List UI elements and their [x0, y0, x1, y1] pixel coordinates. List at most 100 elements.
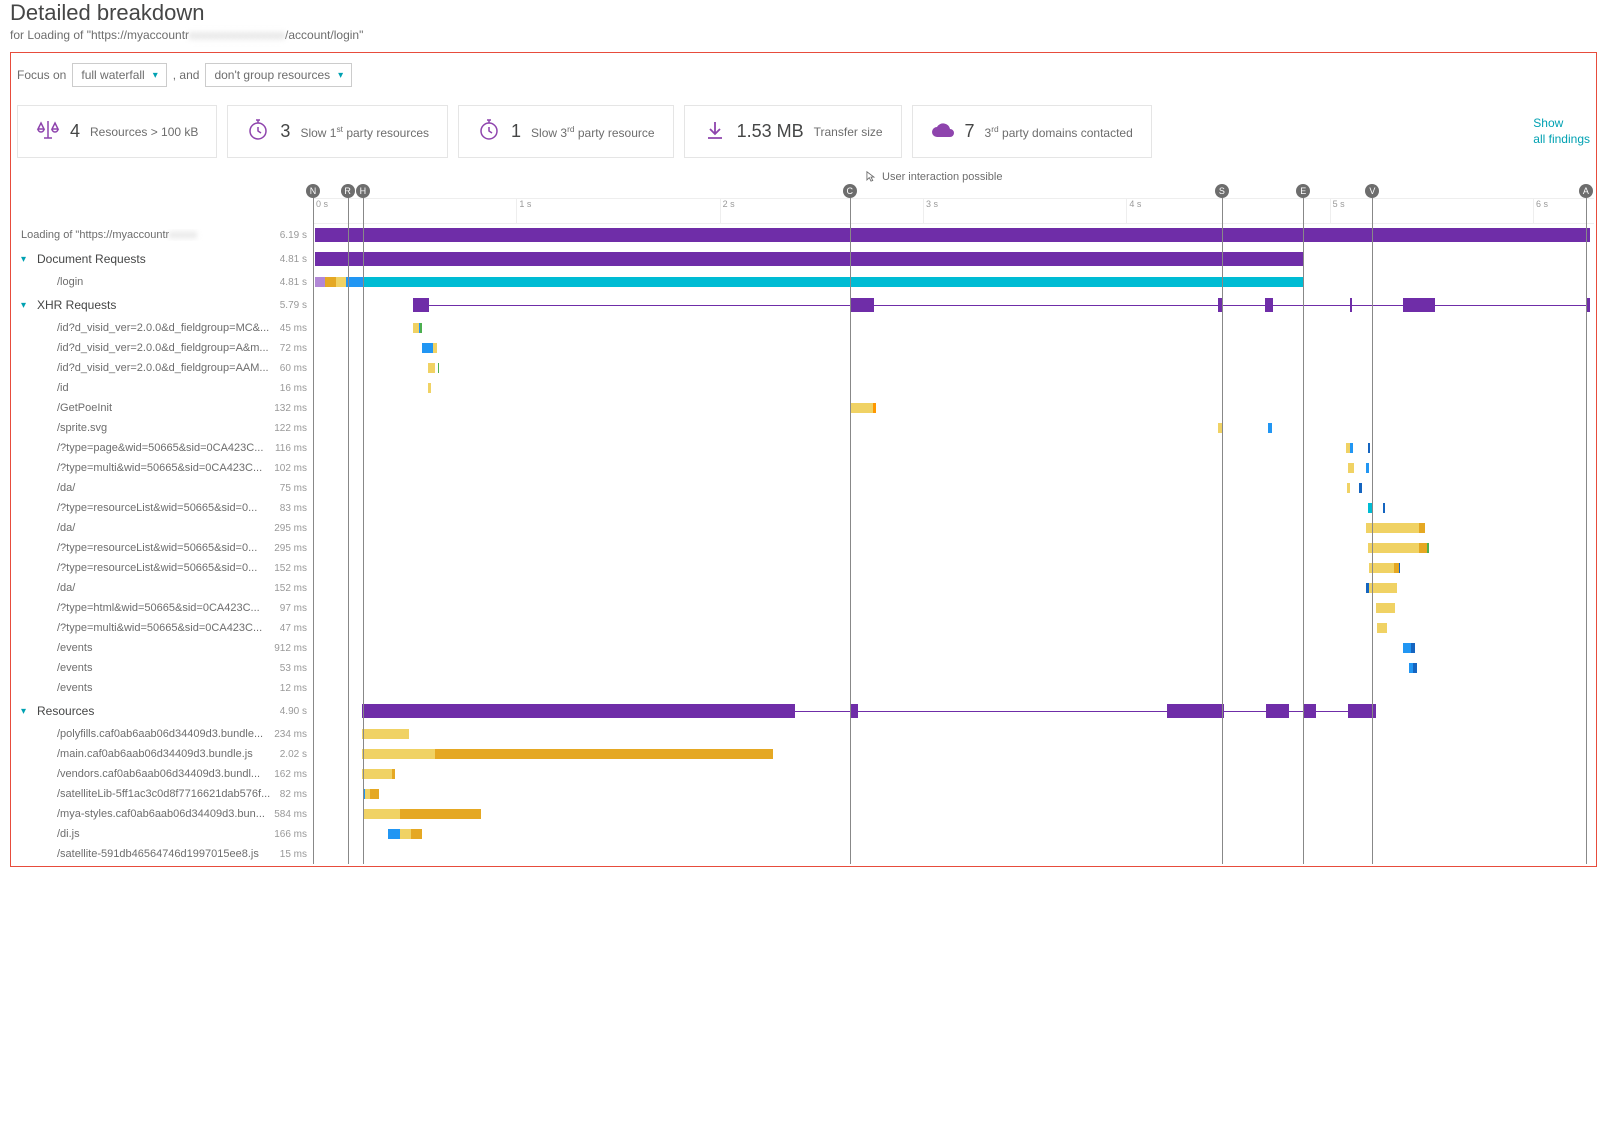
timing-bar[interactable] [1366, 523, 1419, 533]
timing-bar[interactable] [1366, 463, 1369, 473]
timeline-marker-N[interactable]: N [306, 184, 320, 198]
timing-bar[interactable] [438, 363, 439, 373]
timing-bar[interactable] [1316, 711, 1348, 712]
show-all-findings-link[interactable]: Showall findings [1533, 116, 1590, 147]
waterfall-row[interactable]: /?type=multi&wid=50665&sid=0CA423C...102… [13, 458, 1594, 478]
chevron-down-icon[interactable]: ▾ [21, 300, 31, 311]
timing-bar[interactable] [873, 403, 876, 413]
timeline-marker-C[interactable]: C [843, 184, 857, 198]
waterfall-row[interactable]: /id?d_visid_ver=2.0.0&d_fieldgroup=AAM..… [13, 358, 1594, 378]
finding-card[interactable]: 1.53 MBTransfer size [684, 105, 902, 158]
timeline-marker-H[interactable]: H [356, 184, 370, 198]
waterfall-row[interactable]: /id16 ms [13, 378, 1594, 398]
timing-bar[interactable] [1304, 704, 1316, 718]
timing-bar[interactable] [400, 829, 411, 839]
timeline-marker-S[interactable]: S [1215, 184, 1229, 198]
timing-bar[interactable] [413, 298, 429, 312]
timing-bar[interactable] [362, 704, 795, 718]
group-select[interactable]: don't group resources▾ [205, 63, 352, 87]
waterfall-row[interactable]: /?type=resourceList&wid=50665&sid=0...29… [13, 538, 1594, 558]
waterfall-row[interactable]: /id?d_visid_ver=2.0.0&d_fieldgroup=MC&..… [13, 318, 1594, 338]
timing-bar[interactable] [1419, 523, 1425, 533]
timing-bar[interactable] [428, 363, 435, 373]
timing-bar[interactable] [428, 383, 431, 393]
timing-bar[interactable] [315, 228, 1590, 242]
timing-bar[interactable] [1399, 563, 1401, 573]
waterfall-row[interactable]: /mya-styles.caf0ab6aab06d34409d3.bun...5… [13, 804, 1594, 824]
timing-bar[interactable] [1427, 543, 1429, 553]
timing-bar[interactable] [1289, 711, 1304, 712]
timing-bar[interactable] [435, 749, 773, 759]
waterfall-row[interactable]: /main.caf0ab6aab06d34409d3.bundle.js2.02… [13, 744, 1594, 764]
timing-bar[interactable] [325, 277, 336, 287]
waterfall-row[interactable]: Loading of "https://myaccountrxxxxx6.19 … [13, 224, 1594, 246]
timing-bar[interactable] [1359, 483, 1362, 493]
timing-bar[interactable] [1347, 483, 1350, 493]
timing-bar[interactable] [850, 403, 874, 413]
timeline-marker-E[interactable]: E [1296, 184, 1310, 198]
waterfall-row[interactable]: /?type=multi&wid=50665&sid=0CA423C...47 … [13, 618, 1594, 638]
timing-bar[interactable] [1368, 443, 1370, 453]
waterfall-group-row[interactable]: ▾Resources4.90 s [13, 698, 1594, 724]
timing-bar[interactable] [858, 711, 1167, 712]
waterfall-row[interactable]: /GetPoeInit132 ms [13, 398, 1594, 418]
timing-bar[interactable] [1419, 543, 1427, 553]
timing-bar[interactable] [411, 829, 422, 839]
waterfall-row[interactable]: /da/75 ms [13, 478, 1594, 498]
timing-bar[interactable] [400, 809, 481, 819]
finding-card[interactable]: 4Resources > 100 kB [17, 105, 217, 158]
waterfall-row[interactable]: /?type=html&wid=50665&sid=0CA423C...97 m… [13, 598, 1594, 618]
timing-bar[interactable] [422, 343, 433, 353]
timing-bar[interactable] [362, 769, 393, 779]
waterfall-row[interactable]: /?type=page&wid=50665&sid=0CA423C...116 … [13, 438, 1594, 458]
timing-bar[interactable] [362, 749, 435, 759]
timing-bar[interactable] [433, 343, 437, 353]
timing-bar[interactable] [1403, 298, 1436, 312]
chevron-down-icon[interactable]: ▾ [21, 706, 31, 717]
timing-bar[interactable] [429, 305, 850, 306]
waterfall-row[interactable]: /da/295 ms [13, 518, 1594, 538]
timing-bar[interactable] [420, 323, 421, 333]
timeline-marker-A[interactable]: A [1579, 184, 1593, 198]
timing-bar[interactable] [1348, 463, 1354, 473]
waterfall-row[interactable]: /sprite.svg122 ms [13, 418, 1594, 438]
timing-bar[interactable] [1435, 305, 1585, 306]
timing-bar[interactable] [850, 298, 874, 312]
timing-bar[interactable] [1377, 623, 1386, 633]
timing-bar[interactable] [795, 711, 850, 712]
waterfall-row[interactable]: /vendors.caf0ab6aab06d34409d3.bundl...16… [13, 764, 1594, 784]
timeline-marker-V[interactable]: V [1365, 184, 1379, 198]
waterfall-row[interactable]: /id?d_visid_ver=2.0.0&d_fieldgroup=A&m..… [13, 338, 1594, 358]
timing-bar[interactable] [1368, 543, 1419, 553]
timing-bar[interactable] [1273, 305, 1350, 306]
timing-bar[interactable] [1223, 305, 1265, 306]
waterfall-row[interactable]: /events912 ms [13, 638, 1594, 658]
waterfall-row[interactable]: /?type=resourceList&wid=50665&sid=0...83… [13, 498, 1594, 518]
timing-bar[interactable] [370, 789, 380, 799]
finding-card[interactable]: 1Slow 3rd party resource [458, 105, 674, 158]
timeline-marker-R[interactable]: R [341, 184, 355, 198]
timing-bar[interactable] [1352, 305, 1403, 306]
timing-bar[interactable] [1411, 643, 1415, 653]
timing-bar[interactable] [874, 305, 1218, 306]
timing-bar[interactable] [315, 252, 1303, 266]
finding-card[interactable]: 73rd party domains contacted [912, 105, 1152, 158]
timing-bar[interactable] [315, 277, 325, 287]
timing-bar[interactable] [1265, 298, 1273, 312]
timing-bar[interactable] [336, 277, 345, 287]
waterfall-row[interactable]: /events12 ms [13, 678, 1594, 698]
waterfall-row[interactable]: /satelliteLib-5ff1ac3c0d8f7716621dab576f… [13, 784, 1594, 804]
timing-bar[interactable] [850, 704, 858, 718]
timing-bar[interactable] [392, 769, 394, 779]
waterfall-group-row[interactable]: ▾Document Requests4.81 s [13, 246, 1594, 272]
timing-bar[interactable] [363, 809, 401, 819]
timing-bar[interactable] [1268, 423, 1272, 433]
focus-select[interactable]: full waterfall▾ [72, 63, 166, 87]
timing-bar[interactable] [1376, 603, 1394, 613]
waterfall-row[interactable]: /login4.81 s [13, 272, 1594, 292]
finding-card[interactable]: 3Slow 1st party resources [227, 105, 448, 158]
waterfall-row[interactable]: /polyfills.caf0ab6aab06d34409d3.bundle..… [13, 724, 1594, 744]
waterfall-row[interactable]: /satellite-591db46564746d1997015ee8.js15… [13, 844, 1594, 864]
timing-bar[interactable] [1383, 503, 1385, 513]
timing-bar[interactable] [1350, 443, 1353, 453]
